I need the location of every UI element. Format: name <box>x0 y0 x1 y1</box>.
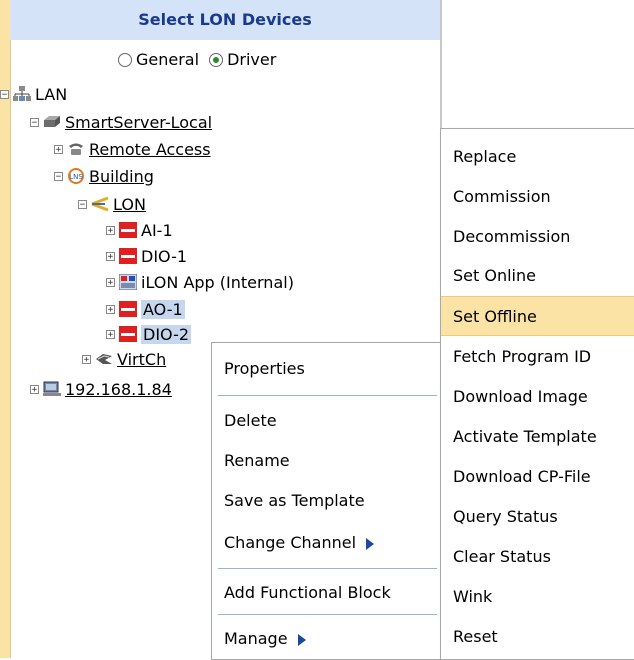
manage-submenu: Replace Commission Decommission Set Onli… <box>440 128 634 660</box>
submenu-item-fetch-program-id[interactable]: Fetch Program ID <box>441 337 634 377</box>
submenu-item-set-online[interactable]: Set Online <box>441 256 634 296</box>
submenu-arrow-icon <box>297 633 306 646</box>
tree-node-dio1[interactable]: + DIO-1 <box>106 245 187 267</box>
context-menu: Properties Delete Rename Save as Templat… <box>211 342 444 660</box>
submenu-arrow-icon <box>366 537 375 550</box>
submenu-item-clear-status[interactable]: Clear Status <box>441 537 634 577</box>
expand-icon[interactable]: + <box>106 277 115 287</box>
tree-node-virtch[interactable]: + VirtCh <box>82 348 166 370</box>
tree-label-dio1: DIO-1 <box>141 246 188 266</box>
tree-label-lan: LAN <box>35 84 68 104</box>
expand-icon[interactable]: + <box>106 329 115 339</box>
device-icon <box>119 301 137 317</box>
device-icon <box>119 248 137 264</box>
expand-icon[interactable]: + <box>54 144 63 154</box>
tree-label-ao1: AO-1 <box>141 299 185 319</box>
virtual-channel-icon <box>95 351 113 367</box>
menu-separator <box>218 568 437 569</box>
submenu-item-query-status[interactable]: Query Status <box>441 497 634 537</box>
panel-header: Select LON Devices <box>10 0 440 40</box>
submenu-item-download-cp-file[interactable]: Download CP-File <box>441 457 634 497</box>
expand-icon[interactable]: + <box>106 225 115 235</box>
expand-icon[interactable]: + <box>82 354 91 364</box>
tree-label-dio2: DIO-2 <box>141 324 192 344</box>
tree-label-building[interactable]: Building <box>89 167 154 186</box>
general-label: General <box>136 50 200 69</box>
submenu-item-commission[interactable]: Commission <box>441 177 634 217</box>
menu-item-properties[interactable]: Properties <box>212 349 443 389</box>
tree-node-dio2[interactable]: + DIO-2 <box>106 323 192 345</box>
menu-item-save-as-template[interactable]: Save as Template <box>212 481 443 521</box>
computer-icon <box>43 381 61 397</box>
menu-item-manage[interactable]: Manage <box>212 619 443 659</box>
tree-label-ilon-app: iLON App (Internal) <box>141 272 294 292</box>
tree-label-lon[interactable]: LON <box>113 195 146 214</box>
submenu-item-download-image[interactable]: Download Image <box>441 377 634 417</box>
view-options: General Driver <box>118 50 276 69</box>
tree-label-ai1: AI-1 <box>141 220 173 240</box>
tree-node-remote-access[interactable]: + Remote Access <box>54 138 211 160</box>
tree-label-smartserver[interactable]: SmartServer-Local <box>65 113 212 132</box>
menu-item-change-channel-label: Change Channel <box>224 533 357 552</box>
phone-icon <box>67 141 85 157</box>
channel-icon <box>91 196 109 212</box>
submenu-item-decommission[interactable]: Decommission <box>441 217 634 257</box>
collapse-icon[interactable]: − <box>78 199 87 209</box>
menu-separator <box>218 614 437 615</box>
tree-node-lon[interactable]: − LON <box>78 193 146 215</box>
expand-icon[interactable]: + <box>106 251 115 261</box>
server-icon <box>43 114 61 130</box>
lns-icon: LNS <box>67 168 85 184</box>
collapse-icon[interactable]: − <box>30 117 39 127</box>
app-icon <box>118 273 138 291</box>
svg-text:LNS: LNS <box>69 173 83 181</box>
driver-label: Driver <box>227 50 277 69</box>
collapse-icon[interactable]: − <box>54 171 63 181</box>
menu-item-delete[interactable]: Delete <box>212 401 443 441</box>
expand-icon[interactable]: + <box>30 384 39 394</box>
tree-node-lan[interactable]: − LAN <box>0 83 67 105</box>
network-icon <box>13 86 31 102</box>
tree-node-building[interactable]: − LNS Building <box>54 165 154 187</box>
tree-label-remote-access[interactable]: Remote Access <box>89 140 211 159</box>
tree-node-ai1[interactable]: + AI-1 <box>106 219 173 241</box>
tree-node-ilon-app[interactable]: + iLON App (Internal) <box>106 271 294 293</box>
tree-label-virtch[interactable]: VirtCh <box>117 350 166 369</box>
driver-radio[interactable] <box>209 52 224 67</box>
expand-icon[interactable]: + <box>106 304 115 314</box>
submenu-item-activate-template[interactable]: Activate Template <box>441 417 634 457</box>
menu-item-change-channel[interactable]: Change Channel <box>212 523 443 563</box>
menu-separator <box>218 395 437 396</box>
general-radio[interactable] <box>118 52 132 67</box>
tree-node-smartserver[interactable]: − SmartServer-Local <box>30 111 212 133</box>
tree-node-ip[interactable]: + 192.168.1.84 <box>30 378 172 400</box>
tree-label-ip[interactable]: 192.168.1.84 <box>65 380 172 399</box>
device-icon <box>119 222 137 238</box>
menu-item-manage-label: Manage <box>224 629 288 648</box>
device-icon <box>119 326 137 342</box>
submenu-item-set-offline[interactable]: Set Offline <box>441 296 634 336</box>
submenu-item-reset[interactable]: Reset <box>441 617 634 657</box>
collapse-icon[interactable]: − <box>0 89 9 99</box>
submenu-item-replace[interactable]: Replace <box>441 137 634 177</box>
menu-item-rename[interactable]: Rename <box>212 441 443 481</box>
submenu-item-wink[interactable]: Wink <box>441 577 634 617</box>
menu-item-add-functional-block[interactable]: Add Functional Block <box>212 573 443 613</box>
tree-node-ao1[interactable]: + AO-1 <box>106 298 185 320</box>
